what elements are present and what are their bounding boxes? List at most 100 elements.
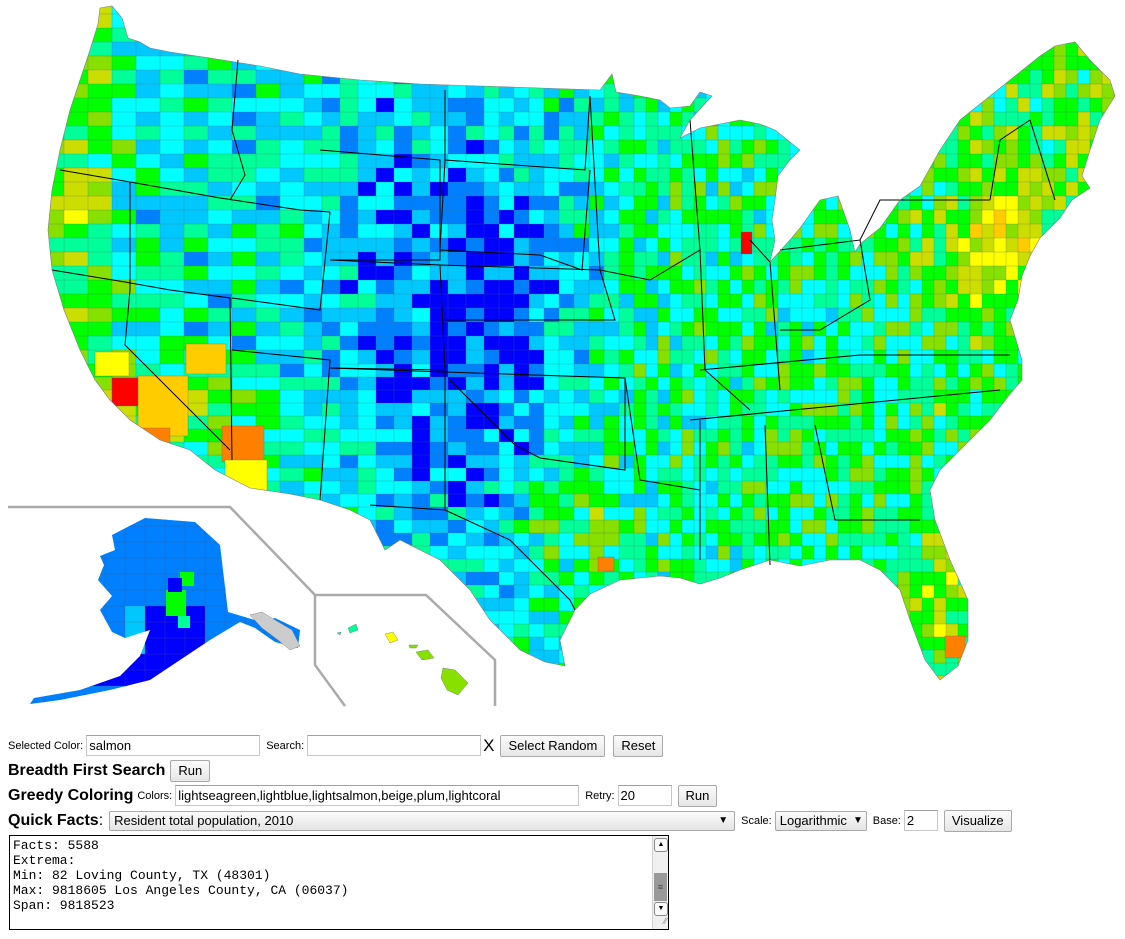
- county-cell[interactable]: [765, 27, 779, 43]
- county-cell[interactable]: [634, 689, 646, 702]
- county-cell[interactable]: [717, 441, 731, 456]
- county-cell[interactable]: [1017, 181, 1031, 197]
- county-cell[interactable]: [765, 167, 779, 183]
- county-cell[interactable]: [1041, 363, 1055, 378]
- county-cell[interactable]: [513, 195, 530, 211]
- county-cell[interactable]: [159, 27, 185, 49]
- county-cell[interactable]: [40, 13, 65, 35]
- county-cell[interactable]: [945, 519, 959, 534]
- county-cell[interactable]: [729, 519, 743, 534]
- county-cell[interactable]: [789, 293, 803, 309]
- county-cell[interactable]: [897, 558, 911, 573]
- borough-cell[interactable]: [64, 541, 86, 559]
- county-cell[interactable]: [1017, 55, 1031, 71]
- county-cell[interactable]: [717, 13, 731, 29]
- county-cell[interactable]: [837, 584, 851, 599]
- county-cell[interactable]: [429, 402, 449, 417]
- borough-cell[interactable]: [244, 589, 266, 607]
- county-cell[interactable]: [669, 55, 683, 71]
- county-cell[interactable]: [657, 13, 671, 29]
- county-cell[interactable]: [618, 610, 635, 625]
- county-cell[interactable]: [483, 506, 500, 521]
- county-cell[interactable]: [921, 41, 935, 57]
- county-cell[interactable]: [657, 441, 671, 456]
- county-cell[interactable]: [813, 571, 827, 586]
- county-cell[interactable]: [498, 321, 515, 337]
- county-cell[interactable]: [1005, 415, 1019, 430]
- county-cell[interactable]: [897, 545, 911, 560]
- county-cell[interactable]: [957, 545, 971, 560]
- county-cell[interactable]: [447, 69, 467, 85]
- borough-cell[interactable]: [204, 525, 226, 543]
- county-cell[interactable]: [885, 13, 899, 29]
- county-cell[interactable]: [1113, 153, 1125, 169]
- county-cell[interactable]: [645, 237, 659, 253]
- county-cell[interactable]: [1053, 623, 1067, 638]
- county-cell[interactable]: [393, 441, 413, 456]
- county-cell[interactable]: [573, 636, 590, 651]
- county-cell[interactable]: [1101, 321, 1115, 337]
- county-cell[interactable]: [618, 349, 635, 365]
- county-cell[interactable]: [357, 293, 377, 309]
- county-cell[interactable]: [885, 55, 899, 71]
- county-cell[interactable]: [429, 251, 449, 267]
- county-cell[interactable]: [1053, 223, 1067, 239]
- county-cell[interactable]: [40, 480, 65, 501]
- county-cell[interactable]: [633, 69, 647, 85]
- county-cell[interactable]: [279, 506, 305, 527]
- county-cell[interactable]: [279, 649, 305, 670]
- county-cell[interactable]: [558, 610, 575, 625]
- county-cell[interactable]: [933, 584, 947, 599]
- county-cell[interactable]: [588, 0, 605, 15]
- county-cell[interactable]: [729, 649, 743, 664]
- county-cell[interactable]: [981, 584, 995, 599]
- county-cell[interactable]: [528, 237, 545, 253]
- county-cell[interactable]: [483, 195, 500, 211]
- county-cell[interactable]: [1005, 506, 1019, 521]
- county-cell[interactable]: [897, 293, 911, 309]
- borough-cell[interactable]: [264, 525, 286, 543]
- county-cell[interactable]: [465, 153, 485, 169]
- county-cell[interactable]: [465, 493, 485, 508]
- county-cell[interactable]: [1113, 636, 1125, 651]
- county-cell[interactable]: [789, 636, 803, 651]
- county-cell[interactable]: [813, 363, 827, 378]
- county-cell[interactable]: [885, 237, 899, 253]
- county-cell[interactable]: [729, 571, 743, 586]
- county-cell[interactable]: [357, 662, 377, 677]
- county-cell[interactable]: [837, 649, 851, 664]
- borough-cell[interactable]: [84, 701, 106, 712]
- county-cell[interactable]: [633, 519, 647, 534]
- county-cell[interactable]: [1113, 363, 1125, 378]
- county-cell[interactable]: [873, 83, 887, 99]
- county-cell[interactable]: [618, 532, 635, 547]
- county-cell[interactable]: [909, 307, 923, 323]
- county-cell[interactable]: [256, 689, 280, 708]
- county-cell[interactable]: [777, 467, 791, 482]
- county-cell[interactable]: [357, 321, 377, 337]
- county-cell[interactable]: [657, 111, 671, 127]
- county-cell[interactable]: [849, 307, 863, 323]
- county-cell[interactable]: [897, 41, 911, 57]
- county-cell[interactable]: [543, 506, 560, 521]
- county-cell[interactable]: [1029, 428, 1043, 443]
- county-cell[interactable]: [303, 558, 323, 573]
- hawaii-island[interactable]: [336, 631, 342, 636]
- county-cell[interactable]: [933, 111, 947, 127]
- county-cell[interactable]: [753, 675, 767, 689]
- county-cell[interactable]: [588, 597, 605, 612]
- county-cell[interactable]: [558, 623, 575, 638]
- county-cell[interactable]: [777, 167, 791, 183]
- county-cell[interactable]: [279, 584, 305, 605]
- county-cell[interactable]: [558, 237, 575, 253]
- county-cell[interactable]: [1089, 454, 1103, 469]
- county-cell[interactable]: [573, 349, 590, 365]
- county-cell[interactable]: [303, 181, 323, 197]
- borough-cell[interactable]: [178, 616, 190, 628]
- county-cell[interactable]: [1065, 265, 1079, 281]
- county-cell[interactable]: [921, 597, 935, 612]
- county-cell[interactable]: [1077, 636, 1091, 651]
- county-cell[interactable]: [861, 55, 875, 71]
- county-cell[interactable]: [1065, 532, 1079, 547]
- county-cell[interactable]: [393, 584, 413, 599]
